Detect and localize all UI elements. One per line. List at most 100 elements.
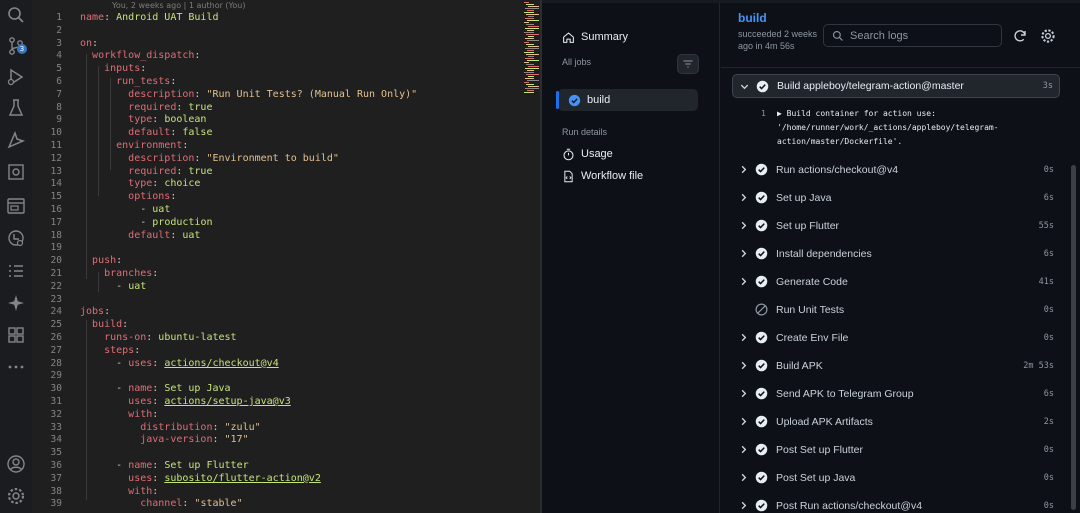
code-line[interactable]: 36 - name: Set up Flutter (32, 460, 492, 473)
job-item-build[interactable]: build (568, 90, 610, 110)
settings-gear-icon[interactable] (6, 486, 26, 506)
success-check-icon (755, 275, 768, 288)
code-line[interactable]: 34 java-version: "17" (32, 434, 492, 447)
chevron-right-icon[interactable] (738, 472, 749, 483)
more-icon[interactable] (6, 357, 26, 377)
step-row[interactable]: Set up Java 6s (732, 186, 1060, 210)
summary-link[interactable]: Summary (562, 27, 628, 47)
code-line[interactable]: 4 workflow_dispatch: (32, 50, 492, 63)
chevron-right-icon[interactable] (738, 388, 749, 399)
job-title[interactable]: build (738, 11, 767, 25)
code-line[interactable]: 21 branches: (32, 268, 492, 281)
code-line[interactable]: 32 with: (32, 409, 492, 422)
timeline-icon[interactable] (6, 228, 26, 248)
step-row[interactable]: Post Set up Flutter 0s (732, 438, 1060, 462)
chevron-right-icon[interactable] (738, 220, 749, 231)
code-line[interactable]: 25 build: (32, 319, 492, 332)
chevron-right-icon[interactable] (738, 192, 749, 203)
chevron-right-icon[interactable] (738, 332, 749, 343)
code-line[interactable]: 26 runs-on: ubuntu-latest (32, 332, 492, 345)
code-line[interactable]: 28 - uses: actions/checkout@v4 (32, 358, 492, 371)
search-icon[interactable] (6, 5, 26, 25)
code-line[interactable]: 6 run_tests: (32, 76, 492, 89)
code-line[interactable]: 33 distribution: "zulu" (32, 422, 492, 435)
step-row[interactable]: Install dependencies 6s (732, 242, 1060, 266)
extensions-icon[interactable] (6, 162, 26, 182)
code-line[interactable]: 2 (32, 25, 492, 38)
code-line[interactable]: 35 (32, 447, 492, 460)
workflow-file-link[interactable]: Workflow file (562, 166, 643, 186)
code-line[interactable]: 38 with: (32, 486, 492, 499)
code-line[interactable]: 14 type: choice (32, 178, 492, 191)
code-line[interactable]: 29 (32, 370, 492, 383)
code-line[interactable]: 19 (32, 242, 492, 255)
run-debug-icon[interactable] (6, 67, 26, 87)
code-line[interactable]: 9 type: boolean (32, 114, 492, 127)
settings-gear-icon[interactable] (1040, 28, 1056, 44)
code-line[interactable]: 27 steps: (32, 345, 492, 358)
code-editor[interactable]: You, 2 weeks ago | 1 author (You) 1 name:… (32, 0, 540, 513)
line-number: 16 (50, 204, 62, 215)
search-logs-input[interactable]: Search logs (823, 24, 1002, 47)
testing-icon[interactable] (6, 98, 26, 118)
chevron-right-icon[interactable] (738, 276, 749, 287)
chevron-right-icon[interactable] (738, 500, 749, 511)
code-line[interactable]: 11 environment: (32, 140, 492, 153)
code-line[interactable]: 31 uses: actions/setup-java@v3 (32, 396, 492, 409)
code-line[interactable]: 30 - name: Set up Java (32, 383, 492, 396)
code-line[interactable]: 24 jobs: (32, 306, 492, 319)
step-row[interactable]: Run Unit Tests 0s (732, 298, 1060, 322)
code-line[interactable]: 1 name: Android UAT Build (32, 12, 492, 25)
step-row[interactable]: Create Env File 0s (732, 326, 1060, 350)
code-text: channel: "stable" (140, 498, 243, 510)
code-line[interactable]: 15 options: (32, 191, 492, 204)
code-line[interactable]: 17 - production (32, 217, 492, 230)
line-number: 33 (50, 421, 62, 433)
packages-icon[interactable] (6, 325, 26, 345)
code-line[interactable]: 20 push: (32, 255, 492, 268)
refresh-icon[interactable] (1012, 28, 1028, 44)
log-line-text[interactable]: ▶ Build container for action use: '/home… (777, 107, 999, 149)
code-line[interactable]: 3 on: (32, 38, 492, 51)
browser-preview-icon[interactable] (6, 196, 26, 216)
chevron-right-icon[interactable] (738, 164, 749, 175)
step-row[interactable]: Post Run actions/checkout@v4 0s (732, 494, 1060, 513)
code-line[interactable]: 13 required: true (32, 166, 492, 179)
code-line[interactable]: 16 - uat (32, 204, 492, 217)
step-row[interactable]: Upload APK Artifacts 2s (732, 410, 1060, 434)
filter-button[interactable] (677, 54, 699, 74)
chevron-down-icon[interactable] (739, 81, 750, 92)
usage-link[interactable]: Usage (562, 144, 613, 164)
step-row[interactable]: Post Set up Java 0s (732, 466, 1060, 490)
step-name: Run actions/checkout@v4 (776, 164, 899, 176)
code-line[interactable]: 7 description: "Run Unit Tests? (Manual … (32, 89, 492, 102)
code-line[interactable]: 12 description: "Environment to build" (32, 153, 492, 166)
code-line[interactable]: 5 inputs: (32, 63, 492, 76)
active-job-indicator (556, 91, 559, 109)
chevron-right-icon[interactable] (738, 416, 749, 427)
chevron-right-icon[interactable] (738, 444, 749, 455)
code-line[interactable]: 23 (32, 294, 492, 307)
remote-explorer-icon[interactable] (6, 130, 26, 150)
code-line[interactable]: 8 required: true (32, 102, 492, 115)
chevron-right-icon[interactable] (738, 360, 749, 371)
code-line[interactable]: 39 channel: "stable" (32, 498, 492, 511)
chevron-right-icon[interactable] (738, 248, 749, 259)
code-line[interactable]: 18 default: uat (32, 230, 492, 243)
code-line[interactable]: 22 - uat (32, 281, 492, 294)
code-line[interactable]: 37 uses: subosito/flutter-action@v2 (32, 473, 492, 486)
copilot-icon[interactable] (6, 293, 26, 313)
step-duration: 0s (1043, 501, 1054, 511)
step-row[interactable]: Send APK to Telegram Group 6s (732, 382, 1060, 406)
minimap[interactable] (522, 0, 540, 100)
run-details-label: Run details (562, 127, 608, 137)
code-line[interactable]: 10 default: false (32, 127, 492, 140)
tasks-icon[interactable] (6, 261, 26, 281)
step-row[interactable]: Build appleboy/telegram-action@master 3s (732, 74, 1060, 98)
scrollbar[interactable] (1071, 165, 1076, 510)
step-row[interactable]: Run actions/checkout@v4 0s (732, 158, 1060, 182)
step-row[interactable]: Build APK 2m 53s (732, 354, 1060, 378)
step-row[interactable]: Generate Code 41s (732, 270, 1060, 294)
account-icon[interactable] (6, 454, 26, 474)
step-row[interactable]: Set up Flutter 55s (732, 214, 1060, 238)
